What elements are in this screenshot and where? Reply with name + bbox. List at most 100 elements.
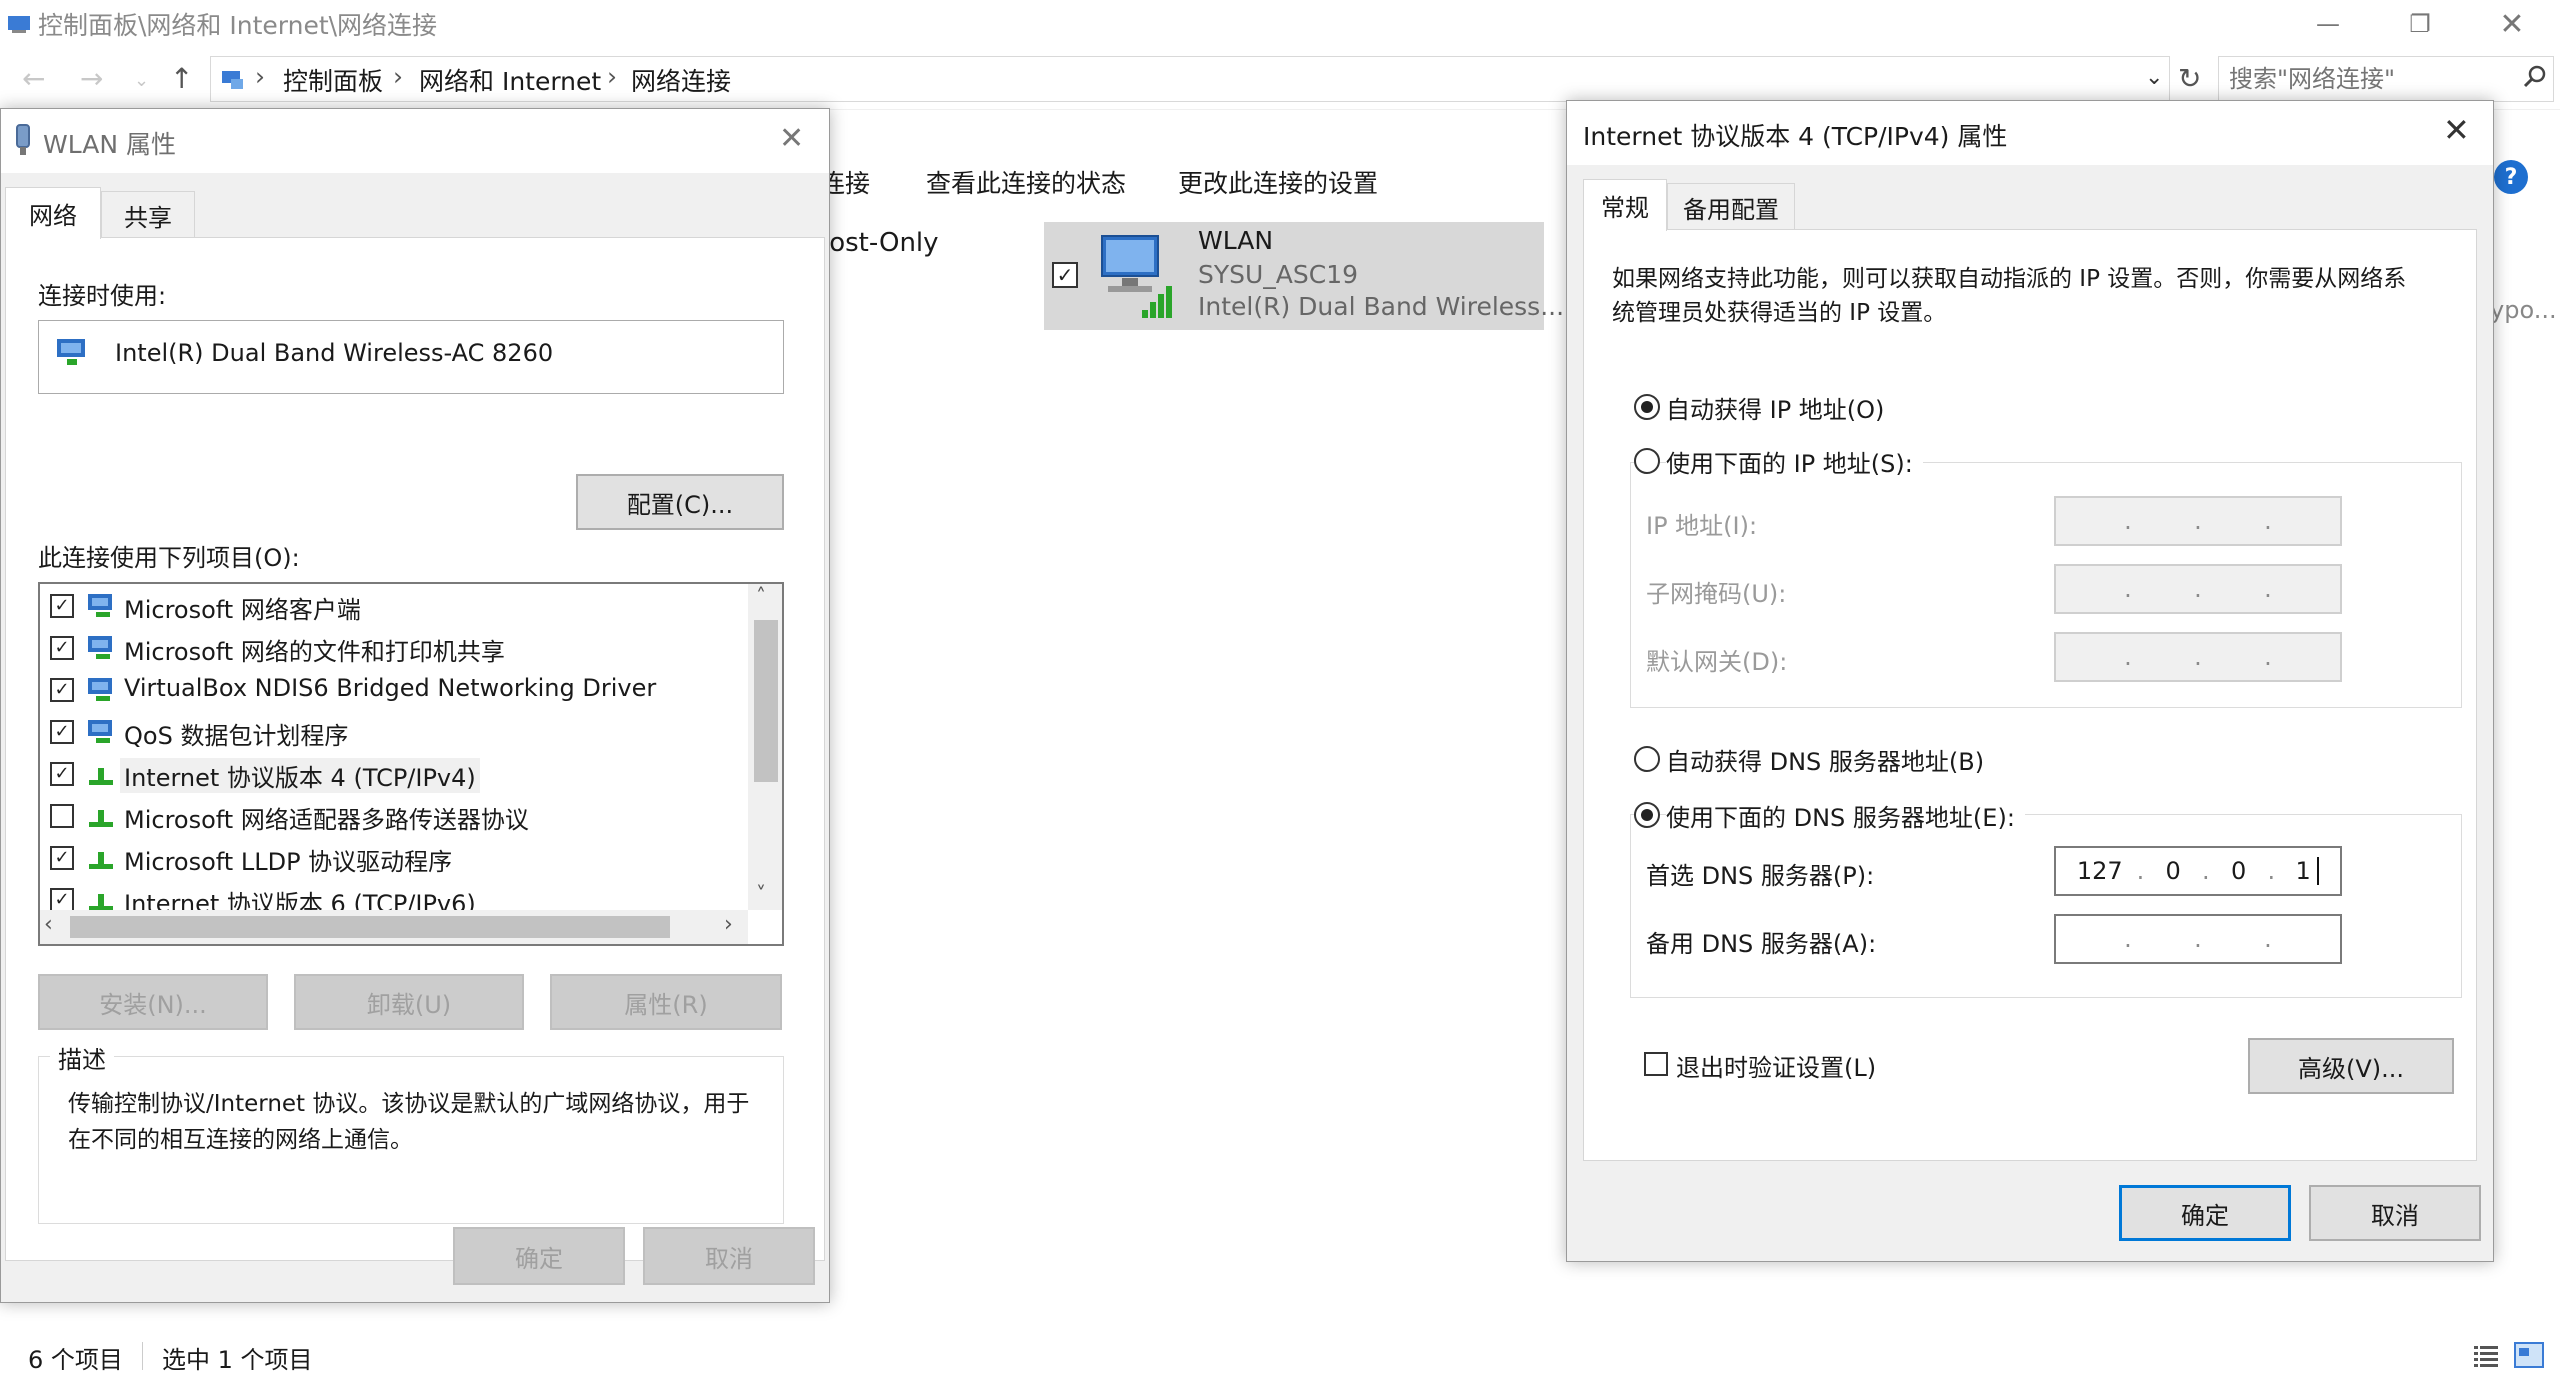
auto-ip-label[interactable]: 自动获得 IP 地址(O) xyxy=(1666,390,1884,425)
cmd-change-settings[interactable]: 更改此连接的设置 xyxy=(1178,164,1378,200)
preferred-dns-field[interactable]: 127. 0. 0. 1 xyxy=(2054,846,2342,896)
hscroll-thumb[interactable] xyxy=(70,916,670,938)
manual-ip-label[interactable]: 使用下面的 IP 地址(S): xyxy=(1666,444,1923,479)
alternate-dns-field[interactable]: ... xyxy=(2054,914,2342,964)
up-icon[interactable]: ↑ xyxy=(170,62,193,95)
component-checkbox[interactable]: ✓ xyxy=(50,888,74,912)
component-checkbox[interactable]: ✓ xyxy=(50,636,74,660)
tab-sharing[interactable]: 共享 xyxy=(101,191,195,239)
breadcrumb-network-connections[interactable]: 网络连接 xyxy=(631,62,731,98)
forward-icon[interactable]: → xyxy=(80,62,103,95)
manual-dns-label[interactable]: 使用下面的 DNS 服务器地址(E): xyxy=(1666,798,2025,833)
validate-checkbox[interactable] xyxy=(1644,1052,1668,1076)
scroll-right-icon[interactable]: › xyxy=(724,912,733,937)
component-checkbox[interactable] xyxy=(50,804,74,828)
component-item[interactable]: ✓ VirtualBox NDIS6 Bridged Networking Dri… xyxy=(40,670,740,712)
subnet-mask-field[interactable]: ... xyxy=(2054,564,2342,614)
vertical-scrollbar[interactable]: ˄ ˅ xyxy=(748,584,782,910)
component-label: Microsoft LLDP 协议驱动程序 xyxy=(124,848,453,876)
breadcrumb-control-panel[interactable]: 控制面板 xyxy=(283,62,383,98)
advanced-button[interactable]: 高级(V)... xyxy=(2248,1038,2454,1094)
component-item[interactable]: ✓ Internet 协议版本 4 (TCP/IPv4) xyxy=(40,754,740,796)
component-checkbox[interactable]: ✓ xyxy=(50,720,74,744)
recent-chevron-icon[interactable]: ⌄ xyxy=(134,70,149,91)
items-label: 此连接使用下列项目(O): xyxy=(38,544,300,572)
help-icon[interactable]: ? xyxy=(2494,160,2528,194)
close-icon[interactable]: ✕ xyxy=(779,121,804,156)
control-panel-icon xyxy=(219,65,247,93)
protocol-icon xyxy=(86,844,116,872)
auto-ip-radio[interactable] xyxy=(1634,394,1660,420)
ipv4-dialog-title: Internet 协议版本 4 (TCP/IPv4) 属性 xyxy=(1583,122,2008,151)
connection-item-partial[interactable]: ypo... xyxy=(2490,296,2557,324)
ok-button[interactable]: 确定 xyxy=(2119,1185,2291,1241)
search-box[interactable] xyxy=(2218,56,2554,102)
cancel-button[interactable]: 取消 xyxy=(643,1227,815,1285)
component-checkbox[interactable]: ✓ xyxy=(50,846,74,870)
ok-button[interactable]: 确定 xyxy=(453,1227,625,1285)
manual-ip-radio[interactable] xyxy=(1634,448,1660,474)
component-checkbox[interactable]: ✓ xyxy=(50,762,74,786)
scroll-thumb[interactable] xyxy=(754,620,778,782)
description-label: 描述 xyxy=(50,1040,114,1075)
description-text: 传输控制协议/Internet 协议。该协议是默认的广域网络协议，用于在不同的相… xyxy=(68,1091,750,1153)
tab-alternate-config[interactable]: 备用配置 xyxy=(1667,183,1795,231)
network-client-icon xyxy=(86,634,116,662)
subnet-mask-label: 子网掩码(U): xyxy=(1646,580,1787,608)
breadcrumb-network-internet[interactable]: 网络和 Internet xyxy=(419,62,601,98)
intro-text: 如果网络支持此功能，则可以获取自动指派的 IP 设置。否则，你需要从网络系统管理… xyxy=(1612,266,2407,326)
refresh-icon[interactable]: ↻ xyxy=(2178,62,2201,95)
cmd-view-status[interactable]: 查看此连接的状态 xyxy=(926,164,1126,200)
horizontal-scrollbar[interactable]: ‹ › xyxy=(40,910,748,944)
configure-button[interactable]: 配置(C)... xyxy=(576,474,784,530)
back-icon[interactable]: ← xyxy=(22,62,45,95)
restore-button[interactable]: ❐ xyxy=(2374,0,2466,48)
components-list[interactable]: ✓ Microsoft 网络客户端 ✓ Microsoft 网络的文件和打印机共享 ✓ V… xyxy=(38,582,784,946)
uninstall-button[interactable]: 卸载(U) xyxy=(294,974,524,1030)
component-item[interactable]: ✓ Microsoft LLDP 协议驱动程序 xyxy=(40,838,740,880)
tab-general[interactable]: 常规 xyxy=(1583,179,1667,231)
auto-dns-radio[interactable] xyxy=(1634,746,1660,772)
properties-button[interactable]: 属性(R) xyxy=(550,974,782,1030)
cancel-button[interactable]: 取消 xyxy=(2309,1185,2481,1241)
breadcrumb-separator: › xyxy=(255,62,265,91)
component-checkbox[interactable]: ✓ xyxy=(50,594,74,618)
search-input[interactable] xyxy=(2227,61,2507,97)
breadcrumb-separator: › xyxy=(607,62,617,91)
manual-dns-radio[interactable] xyxy=(1634,802,1660,828)
item-checkbox[interactable]: ✓ xyxy=(1052,262,1078,288)
close-icon[interactable]: ✕ xyxy=(2443,111,2470,149)
scroll-up-icon[interactable]: ˄ xyxy=(756,584,766,608)
component-item[interactable]: ✓ Microsoft 网络客户端 xyxy=(40,586,740,628)
scroll-left-icon[interactable]: ‹ xyxy=(44,912,53,937)
tiles-view-icon[interactable] xyxy=(2514,1342,2544,1368)
adapter-name: Intel(R) Dual Band Wireless-AC 8260 xyxy=(115,339,554,367)
gateway-field[interactable]: ... xyxy=(2054,632,2342,682)
auto-dns-label[interactable]: 自动获得 DNS 服务器地址(B) xyxy=(1666,742,1984,777)
scroll-down-icon[interactable]: ˅ xyxy=(756,882,766,906)
address-dropdown-icon[interactable]: ⌄ xyxy=(2145,65,2163,90)
component-label: Internet 协议版本 4 (TCP/IPv4) xyxy=(120,758,480,793)
component-item[interactable]: ✓ QoS 数据包计划程序 xyxy=(40,712,740,754)
component-label: QoS 数据包计划程序 xyxy=(124,722,349,750)
close-button[interactable]: ✕ xyxy=(2466,0,2558,48)
tab-network[interactable]: 网络 xyxy=(5,187,101,239)
wlan-dialog-title: WLAN 属性 xyxy=(43,130,176,159)
wlan-properties-dialog: WLAN 属性 ✕ 网络 共享 连接时使用: Intel(R) Dual Ban… xyxy=(0,108,830,1303)
address-bar[interactable]: › 控制面板 › 网络和 Internet › 网络连接 ⌄ xyxy=(210,56,2170,102)
search-icon[interactable] xyxy=(2521,63,2549,91)
component-checkbox[interactable]: ✓ xyxy=(50,678,74,702)
validate-label[interactable]: 退出时验证设置(L) xyxy=(1676,1048,1876,1083)
component-item[interactable]: Microsoft 网络适配器多路传送器协议 xyxy=(40,796,740,838)
connection-item-host-only[interactable]: lost-Only xyxy=(822,228,939,258)
ip-address-field[interactable]: ... xyxy=(2054,496,2342,546)
dns-octet-2: 0 xyxy=(2165,857,2181,885)
install-button[interactable]: 安装(N)... xyxy=(38,974,268,1030)
network-client-icon xyxy=(86,676,116,704)
component-label: Microsoft 网络客户端 xyxy=(124,596,361,624)
component-item[interactable]: ✓ Microsoft 网络的文件和打印机共享 xyxy=(40,628,740,670)
minimize-button[interactable]: — xyxy=(2282,0,2374,48)
status-bar: 6 个项目 选中 1 个项目 xyxy=(0,1330,2560,1380)
connection-item-wlan[interactable]: ✓ WLAN SYSU_ASC19 Intel(R) Dual Band Wir… xyxy=(1044,222,1564,330)
details-view-icon[interactable] xyxy=(2472,1344,2500,1368)
